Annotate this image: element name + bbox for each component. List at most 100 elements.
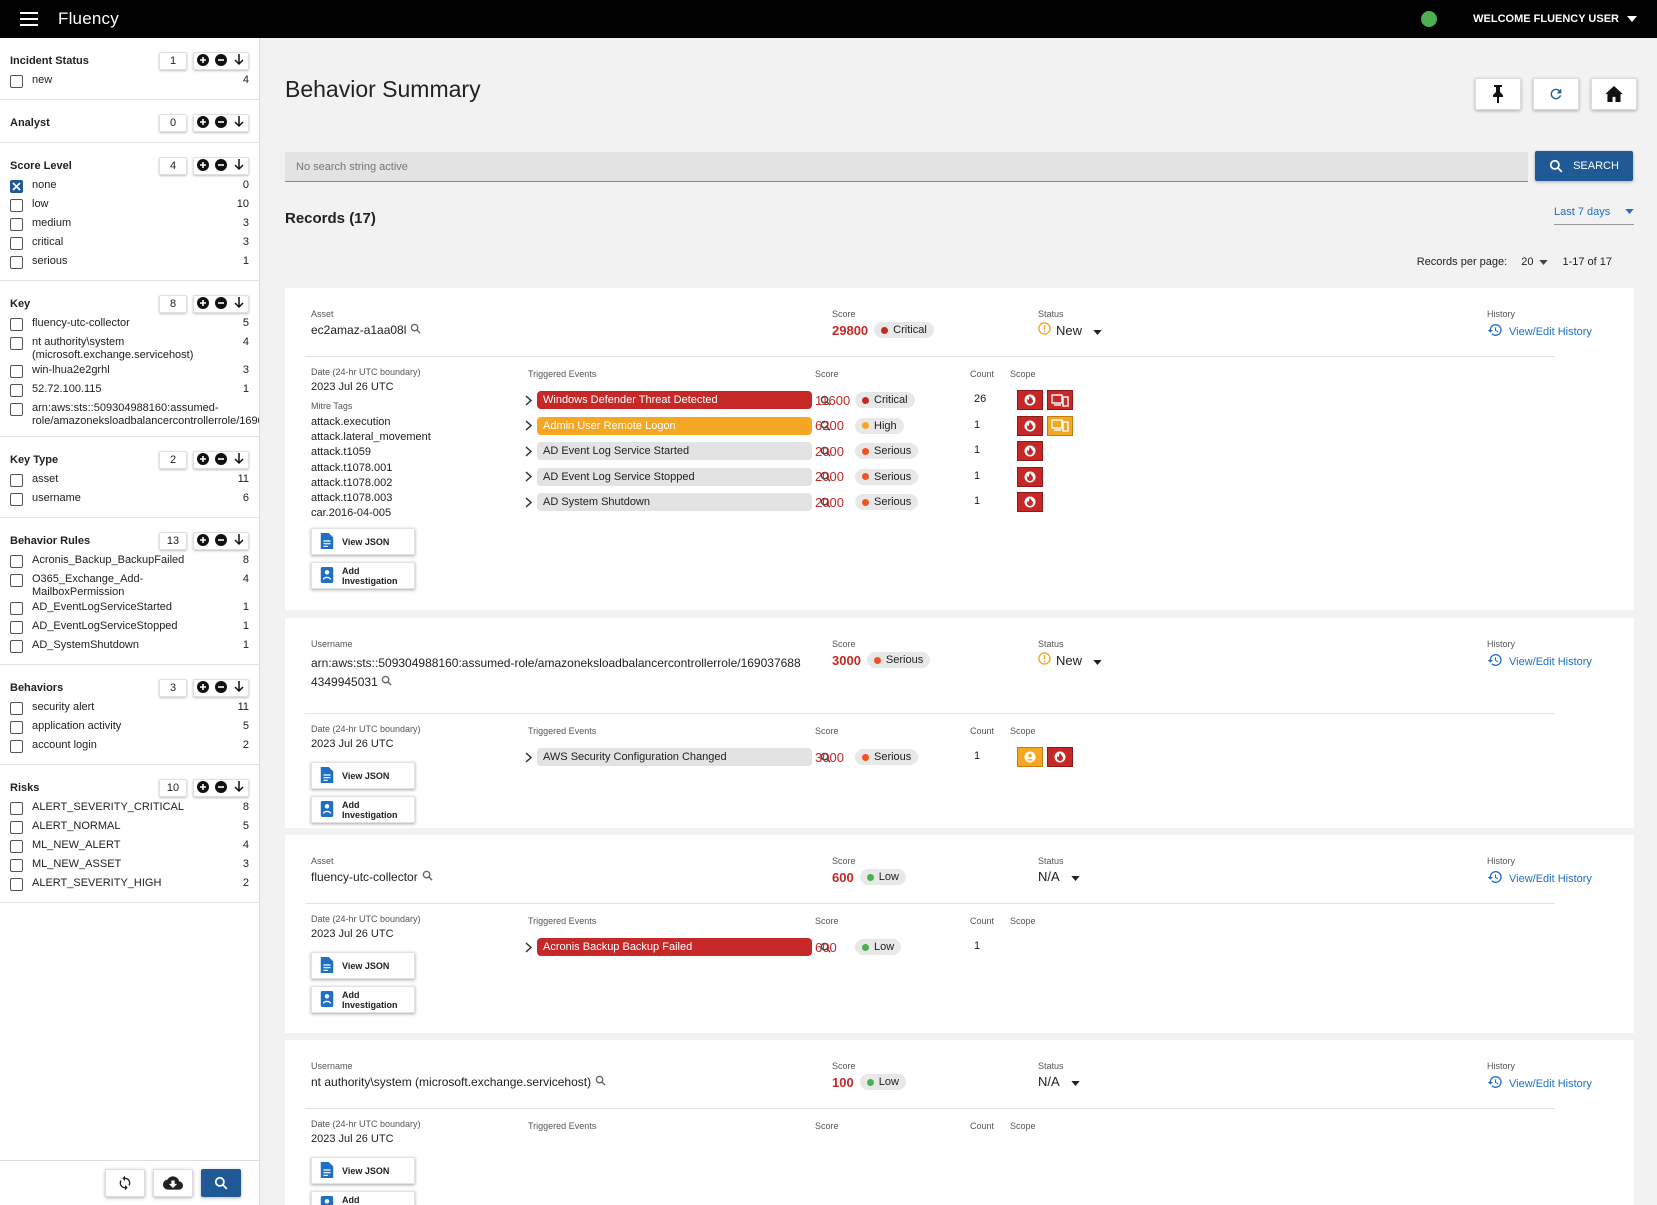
- filter-item[interactable]: new 4: [10, 72, 249, 91]
- device-scope-icon[interactable]: [1047, 390, 1073, 410]
- filter-checkbox[interactable]: [10, 574, 23, 587]
- filter-checkbox[interactable]: [10, 555, 23, 568]
- search-input[interactable]: [285, 152, 1528, 182]
- filter-item[interactable]: username 6: [10, 490, 249, 509]
- filter-checkbox[interactable]: [10, 602, 23, 615]
- event-name[interactable]: Acronis Backup Backup Failed: [537, 938, 812, 956]
- filter-checkbox[interactable]: [10, 702, 23, 715]
- sort-filter-button[interactable]: [230, 158, 248, 174]
- include-filter-button[interactable]: [194, 115, 212, 131]
- filter-checkbox[interactable]: [10, 75, 23, 88]
- view-edit-history-link[interactable]: View/Edit History: [1487, 652, 1592, 671]
- threat-scope-icon[interactable]: [1017, 441, 1043, 462]
- include-filter-button[interactable]: [194, 158, 212, 174]
- filter-item[interactable]: security alert 11: [10, 699, 249, 718]
- reset-filters-button[interactable]: [105, 1169, 145, 1197]
- event-name[interactable]: Windows Defender Threat Detected: [537, 391, 812, 409]
- add-investigation-button[interactable]: Add Investigation: [311, 986, 415, 1013]
- add-investigation-button[interactable]: Add Investigation: [311, 562, 415, 589]
- filter-checkbox[interactable]: [10, 859, 23, 872]
- filter-checkbox[interactable]: [10, 740, 23, 753]
- filter-checkbox[interactable]: [10, 721, 23, 734]
- filter-item[interactable]: AD_EventLogServiceStopped 1: [10, 618, 249, 637]
- event-name[interactable]: AWS Security Configuration Changed: [537, 748, 812, 766]
- filter-item[interactable]: ML_NEW_ALERT 4: [10, 837, 249, 856]
- search-key-icon[interactable]: [422, 870, 433, 884]
- exclude-filter-button[interactable]: [212, 680, 230, 696]
- status-select[interactable]: N/A: [1038, 1074, 1080, 1089]
- search-button[interactable]: SEARCH: [1535, 151, 1633, 181]
- filter-item[interactable]: nt authority\system (microsoft.exchange.…: [10, 334, 249, 362]
- sort-filter-button[interactable]: [230, 680, 248, 696]
- include-filter-button[interactable]: [194, 452, 212, 468]
- event-name[interactable]: AD Event Log Service Stopped: [537, 467, 812, 486]
- user-menu[interactable]: WELCOME FLUENCY USER: [1473, 13, 1637, 25]
- filter-item[interactable]: application activity 5: [10, 718, 249, 737]
- filter-checkbox[interactable]: [10, 403, 23, 416]
- search-key-icon[interactable]: [595, 1075, 606, 1089]
- filter-item[interactable]: ALERT_NORMAL 5: [10, 818, 249, 837]
- filter-item[interactable]: arn:aws:sts::509304988160:assumed-role/a…: [10, 400, 259, 428]
- filter-checkbox[interactable]: [10, 318, 23, 331]
- expand-chevron-icon[interactable]: [521, 497, 535, 508]
- filter-checkbox[interactable]: [10, 821, 23, 834]
- user-scope-icon[interactable]: [1017, 747, 1043, 767]
- include-filter-button[interactable]: [194, 53, 212, 69]
- apply-search-button[interactable]: [201, 1169, 241, 1197]
- filter-checkbox[interactable]: [10, 180, 23, 193]
- sort-filter-button[interactable]: [230, 296, 248, 312]
- time-range-select[interactable]: Last 7 days: [1554, 199, 1634, 225]
- sort-filter-button[interactable]: [230, 115, 248, 131]
- threat-scope-icon[interactable]: [1017, 415, 1043, 436]
- filter-item[interactable]: win-lhua2e2grhl 3: [10, 362, 249, 381]
- filter-checkbox[interactable]: [10, 474, 23, 487]
- exclude-filter-button[interactable]: [212, 452, 230, 468]
- filter-item[interactable]: none 0: [10, 177, 249, 196]
- filter-item[interactable]: low 10: [10, 196, 249, 215]
- include-filter-button[interactable]: [194, 533, 212, 549]
- sort-filter-button[interactable]: [230, 780, 248, 796]
- exclude-filter-button[interactable]: [212, 115, 230, 131]
- device-scope-icon[interactable]: [1047, 415, 1073, 436]
- threat-scope-icon[interactable]: [1017, 466, 1043, 487]
- view-json-button[interactable]: View JSON: [311, 1157, 415, 1184]
- event-name[interactable]: Admin User Remote Logon: [537, 416, 812, 435]
- filter-item[interactable]: ML_NEW_ASSET 3: [10, 856, 249, 875]
- exclude-filter-button[interactable]: [212, 533, 230, 549]
- filter-item[interactable]: ALERT_SEVERITY_HIGH 2: [10, 875, 249, 894]
- search-key-icon[interactable]: [381, 673, 392, 692]
- filter-item[interactable]: fluency-utc-collector 5: [10, 315, 249, 334]
- filter-item[interactable]: AD_EventLogServiceStarted 1: [10, 599, 249, 618]
- filter-checkbox[interactable]: [10, 878, 23, 891]
- filter-checkbox[interactable]: [10, 640, 23, 653]
- filter-item[interactable]: medium 3: [10, 215, 249, 234]
- search-key-icon[interactable]: [410, 323, 421, 337]
- filter-checkbox[interactable]: [10, 493, 23, 506]
- expand-chevron-icon[interactable]: [521, 471, 535, 482]
- expand-chevron-icon[interactable]: [521, 941, 535, 953]
- expand-chevron-icon[interactable]: [521, 446, 535, 457]
- filter-item[interactable]: asset 11: [10, 471, 249, 490]
- sort-filter-button[interactable]: [230, 53, 248, 69]
- filter-checkbox[interactable]: [10, 237, 23, 250]
- add-investigation-button[interactable]: Add Investigation: [311, 796, 415, 823]
- view-json-button[interactable]: View JSON: [311, 762, 415, 789]
- include-filter-button[interactable]: [194, 296, 212, 312]
- filter-checkbox[interactable]: [10, 802, 23, 815]
- filter-checkbox[interactable]: [10, 384, 23, 397]
- per-page-select[interactable]: 20: [1521, 256, 1549, 268]
- sort-filter-button[interactable]: [230, 533, 248, 549]
- view-edit-history-link[interactable]: View/Edit History: [1487, 869, 1592, 888]
- filter-item[interactable]: account login 2: [10, 737, 249, 756]
- filter-checkbox[interactable]: [10, 256, 23, 269]
- sort-filter-button[interactable]: [230, 452, 248, 468]
- exclude-filter-button[interactable]: [212, 53, 230, 69]
- expand-chevron-icon[interactable]: [521, 420, 535, 431]
- pin-button[interactable]: [1475, 78, 1521, 110]
- exclude-filter-button[interactable]: [212, 780, 230, 796]
- download-button[interactable]: [153, 1169, 193, 1197]
- filter-item[interactable]: Acronis_Backup_BackupFailed 8: [10, 552, 249, 571]
- view-edit-history-link[interactable]: View/Edit History: [1487, 1074, 1592, 1093]
- event-name[interactable]: AD System Shutdown: [537, 493, 812, 512]
- filter-item[interactable]: 52.72.100.115 1: [10, 381, 249, 400]
